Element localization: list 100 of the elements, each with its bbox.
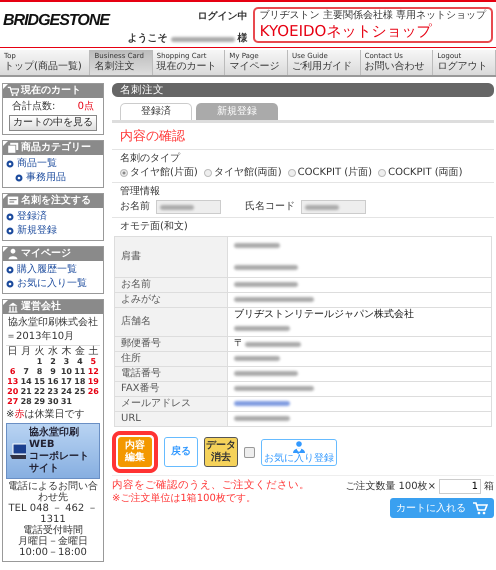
blurred-text	[170, 36, 235, 42]
sidebar-link[interactable]: 登録済	[6, 211, 100, 223]
blurred-text	[234, 416, 290, 421]
blurred-text	[234, 370, 298, 376]
calendar-day: 13	[6, 377, 20, 387]
table-label: 住所	[114, 352, 228, 366]
weekday-label: 水	[46, 347, 59, 357]
blurred-text	[245, 342, 301, 346]
radio-option[interactable]: タイヤ館(片面)	[120, 167, 198, 179]
sidebar-link[interactable]: 商品一覧	[6, 158, 100, 170]
contact-text: TEL 048 － 462 － 1311	[8, 503, 98, 525]
table-label: 肩書	[114, 236, 228, 278]
page-title: 名刺注文	[120, 84, 164, 96]
shop-tagline: ブリヂストン 主要関係会社様 専用ネットショップ	[260, 10, 486, 22]
table-label: 郵便番号	[114, 336, 228, 352]
calendar-day: 19	[86, 377, 100, 387]
weekday-label: 月	[20, 347, 32, 357]
calendar-day: 24	[60, 387, 74, 397]
bullet-icon	[6, 160, 14, 168]
calendar-month: ＝2013年10月	[6, 331, 76, 343]
field-label: 氏名コード	[245, 201, 295, 213]
bullet-icon	[6, 227, 14, 235]
calendar-day: 25	[73, 387, 87, 397]
holiday-note: ※赤は休業日です	[6, 409, 86, 421]
weekday-label: 金	[74, 347, 86, 357]
radio-option[interactable]: タイヤ館(両面)	[204, 167, 282, 179]
radio-option[interactable]: COCKPIT (両面)	[378, 167, 463, 179]
calendar-day: 30	[46, 397, 60, 407]
calendar-day: 7	[19, 367, 33, 377]
calendar-day: 20	[6, 387, 20, 397]
radio-option[interactable]: COCKPIT (片面)	[288, 167, 372, 179]
calendar-day: 14	[19, 377, 33, 387]
calendar-day: 5	[86, 357, 100, 367]
clear-button[interactable]: データ消去	[204, 437, 238, 467]
calendar-day: 6	[6, 367, 20, 377]
table-label: お名前	[114, 278, 228, 292]
logo: BRIDGESTONE	[3, 12, 110, 30]
table-value: ブリヂストンリテールジャパン株式会社	[234, 309, 415, 321]
checkbox[interactable]	[244, 446, 255, 458]
laptop-icon	[10, 442, 26, 460]
input-field[interactable]	[156, 200, 221, 214]
weekday-label: 日	[6, 347, 19, 357]
calendar-day: 10	[60, 367, 74, 377]
calendar-day: 29	[32, 397, 46, 407]
radio-button[interactable]	[204, 169, 212, 177]
quantity-field[interactable]: 1	[439, 479, 481, 494]
corporate-site-banner[interactable]: 協永堂印刷 WEB コーポレートサイト	[6, 423, 100, 479]
contact-text: 月曜日－金曜日10:00－18:00	[17, 536, 89, 558]
person-icon	[7, 248, 19, 260]
sidebar-link[interactable]: 事務用品	[15, 172, 100, 184]
table-label: よみがな	[114, 292, 228, 308]
weekday-label: 火	[34, 347, 46, 357]
field-label: 名刺のタイプ	[120, 153, 182, 165]
welcome-text: ようこそ	[128, 33, 168, 45]
instruction-text: 内容をご確認のうえ、ご注文ください。	[112, 479, 310, 491]
table-label: メールアドレス	[114, 396, 228, 412]
panel-title: 現在のカート	[21, 85, 81, 97]
contact-text: 電話によるお問い合わせ先	[7, 481, 99, 503]
panel-title: 商品カテゴリー	[21, 142, 91, 154]
weekday-label: 木	[60, 347, 72, 357]
blurred-text	[234, 242, 280, 248]
field-label: オモテ面(和文)	[120, 221, 189, 233]
calendar-day: 22	[32, 387, 46, 397]
calendar-day: 4	[73, 357, 87, 367]
calendar-day: 2	[46, 357, 60, 367]
calendar-day: 31	[60, 397, 74, 407]
blurred-text	[234, 282, 298, 287]
calendar-day: 1	[32, 357, 46, 367]
calendar-day: 18	[73, 377, 87, 387]
banner-text: 協永堂印刷 WEB コーポレートサイト	[29, 427, 90, 475]
radio-button[interactable]	[378, 169, 386, 177]
unit-label: 箱	[484, 480, 494, 492]
table-label: 電話番号	[114, 366, 228, 382]
sidebar-link[interactable]: 購入履歴一覧	[6, 264, 100, 276]
calendar-day: 12	[86, 367, 100, 377]
calendar-day: 3	[60, 357, 74, 367]
calendar-day: 8	[32, 367, 46, 377]
bullet-icon	[15, 174, 23, 182]
input-field[interactable]	[301, 200, 366, 214]
panel-title: マイページ	[21, 248, 71, 260]
bullet-icon	[6, 213, 14, 221]
blurred-text	[234, 356, 280, 361]
calendar-day: 16	[46, 377, 60, 387]
table-label: URL	[114, 412, 228, 426]
radio-button[interactable]	[288, 169, 296, 177]
login-status: ログイン中	[198, 11, 248, 23]
calendar-day: 11	[73, 367, 87, 377]
person-heart-icon	[292, 440, 306, 452]
unit-price: 100枚×	[398, 480, 436, 492]
radio-button[interactable]	[120, 169, 128, 177]
tab[interactable]: 登録済	[120, 103, 192, 120]
sidebar-link[interactable]: 新規登録	[6, 225, 100, 237]
sidebar-link[interactable]: お気に入り一覧	[6, 278, 100, 290]
view-cart-button[interactable]: カートの中を見る	[9, 115, 97, 131]
contact-text: 電話受付時間	[22, 525, 84, 536]
section-heading: 内容の確認	[119, 128, 186, 146]
table-label: 店舗名	[114, 308, 228, 336]
calendar-day: 27	[6, 397, 20, 407]
cart-icon	[7, 85, 19, 97]
weekday-label: 土	[87, 347, 100, 357]
